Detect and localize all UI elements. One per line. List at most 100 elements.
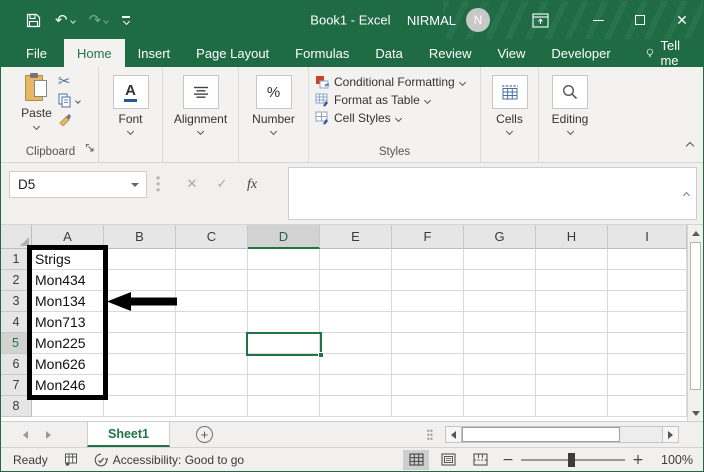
scroll-right-button[interactable]	[662, 426, 679, 443]
cell-G1[interactable]	[464, 249, 536, 270]
scroll-up-button[interactable]	[688, 225, 703, 241]
cell-C8[interactable]	[176, 396, 248, 417]
cell-I6[interactable]	[608, 354, 687, 375]
tab-developer[interactable]: Developer	[538, 39, 623, 67]
cell-F4[interactable]	[392, 312, 464, 333]
cell-C6[interactable]	[176, 354, 248, 375]
cell-D5[interactable]	[248, 333, 320, 354]
cell-H4[interactable]	[536, 312, 608, 333]
cell-I8[interactable]	[608, 396, 687, 417]
cell-A8[interactable]	[32, 396, 104, 417]
column-header-C[interactable]: C	[176, 225, 248, 249]
cell-E5[interactable]	[320, 333, 392, 354]
tab-home[interactable]: Home	[63, 39, 125, 67]
cell-C5[interactable]	[176, 333, 248, 354]
cell-C3[interactable]	[176, 291, 248, 312]
cell-G8[interactable]	[464, 396, 536, 417]
row-header-2[interactable]: 2	[1, 270, 32, 291]
column-header-D[interactable]: D	[248, 225, 320, 249]
column-header-B[interactable]: B	[104, 225, 176, 249]
sheet-tab-sheet1[interactable]: Sheet1	[87, 422, 170, 447]
cell-I5[interactable]	[608, 333, 687, 354]
close-button[interactable]: ✕	[661, 1, 703, 39]
accessibility-status[interactable]: Accessibility: Good to go	[94, 453, 244, 467]
cell-A3[interactable]: Mon134	[32, 291, 104, 312]
cell-F6[interactable]	[392, 354, 464, 375]
cell-A7[interactable]: Mon246	[32, 375, 104, 396]
number-group-button[interactable]: %	[255, 75, 292, 109]
cell-D1[interactable]	[248, 249, 320, 270]
cell-E8[interactable]	[320, 396, 392, 417]
cell-A5[interactable]: Mon225	[32, 333, 104, 354]
cell-A6[interactable]: Mon626	[32, 354, 104, 375]
cell-I7[interactable]	[608, 375, 687, 396]
column-header-H[interactable]: H	[536, 225, 608, 249]
cell-B5[interactable]	[104, 333, 176, 354]
cell-G2[interactable]	[464, 270, 536, 291]
alignment-dropdown-icon[interactable]	[196, 127, 205, 136]
zoom-in-button[interactable]: +	[629, 452, 647, 468]
vertical-scrollbar[interactable]	[687, 225, 703, 421]
row-header-7[interactable]: 7	[1, 375, 32, 396]
zoom-out-button[interactable]: −	[499, 452, 517, 468]
tab-insert[interactable]: Insert	[125, 39, 184, 67]
cell-G4[interactable]	[464, 312, 536, 333]
cell-E4[interactable]	[320, 312, 392, 333]
cell-F2[interactable]	[392, 270, 464, 291]
zoom-slider[interactable]	[521, 452, 625, 467]
column-header-A[interactable]: A	[32, 225, 104, 249]
tab-review[interactable]: Review	[416, 39, 485, 67]
customize-qat-button[interactable]	[115, 6, 137, 34]
column-header-E[interactable]: E	[320, 225, 392, 249]
formula-bar-drag-dots[interactable]: • • •	[156, 172, 160, 196]
cell-I3[interactable]	[608, 291, 687, 312]
undo-button[interactable]: ↶	[48, 6, 82, 34]
avatar[interactable]: N	[466, 8, 490, 32]
expand-formula-bar-button[interactable]	[682, 185, 691, 203]
macro-record-button[interactable]	[64, 453, 78, 466]
cell-H5[interactable]	[536, 333, 608, 354]
cell-D4[interactable]	[248, 312, 320, 333]
ribbon-display-options-button[interactable]	[532, 12, 549, 28]
column-header-G[interactable]: G	[464, 225, 536, 249]
cell-E1[interactable]	[320, 249, 392, 270]
cell-A2[interactable]: Mon434	[32, 270, 104, 291]
cut-button[interactable]: ✂	[58, 74, 80, 89]
page-break-preview-button[interactable]	[467, 450, 493, 470]
cell-B8[interactable]	[104, 396, 176, 417]
cell-E6[interactable]	[320, 354, 392, 375]
tab-file[interactable]: File	[9, 39, 64, 67]
cell-H6[interactable]	[536, 354, 608, 375]
cell-B6[interactable]	[104, 354, 176, 375]
tell-me-button[interactable]: Tell me	[636, 38, 696, 68]
cell-D6[interactable]	[248, 354, 320, 375]
cell-D3[interactable]	[248, 291, 320, 312]
cell-D7[interactable]	[248, 375, 320, 396]
row-header-8[interactable]: 8	[1, 396, 32, 417]
cell-B2[interactable]	[104, 270, 176, 291]
page-layout-view-button[interactable]	[435, 450, 461, 470]
save-button[interactable]	[19, 6, 48, 34]
row-header-1[interactable]: 1	[1, 249, 32, 270]
cell-I1[interactable]	[608, 249, 687, 270]
tab-data[interactable]: Data	[362, 39, 415, 67]
cells-dropdown-icon[interactable]	[505, 127, 514, 136]
cell-B4[interactable]	[104, 312, 176, 333]
horizontal-scrollbar[interactable]	[445, 426, 679, 443]
cell-A1[interactable]: Strigs	[32, 249, 104, 270]
scroll-down-button[interactable]	[688, 405, 703, 421]
font-dropdown-icon[interactable]	[126, 127, 135, 136]
number-dropdown-icon[interactable]	[269, 127, 278, 136]
cells-group-button[interactable]	[491, 75, 528, 109]
format-painter-button[interactable]	[58, 112, 80, 126]
cell-C7[interactable]	[176, 375, 248, 396]
comments-button[interactable]	[695, 39, 704, 67]
tab-page-layout[interactable]: Page Layout	[183, 39, 282, 67]
cell-F1[interactable]	[392, 249, 464, 270]
cell-H3[interactable]	[536, 291, 608, 312]
format-as-table-button[interactable]: Format as Table	[315, 93, 431, 107]
font-group-button[interactable]: A	[112, 75, 149, 109]
row-header-3[interactable]: 3	[1, 291, 32, 312]
normal-view-button[interactable]	[403, 449, 429, 470]
next-sheet-button[interactable]	[46, 430, 51, 439]
